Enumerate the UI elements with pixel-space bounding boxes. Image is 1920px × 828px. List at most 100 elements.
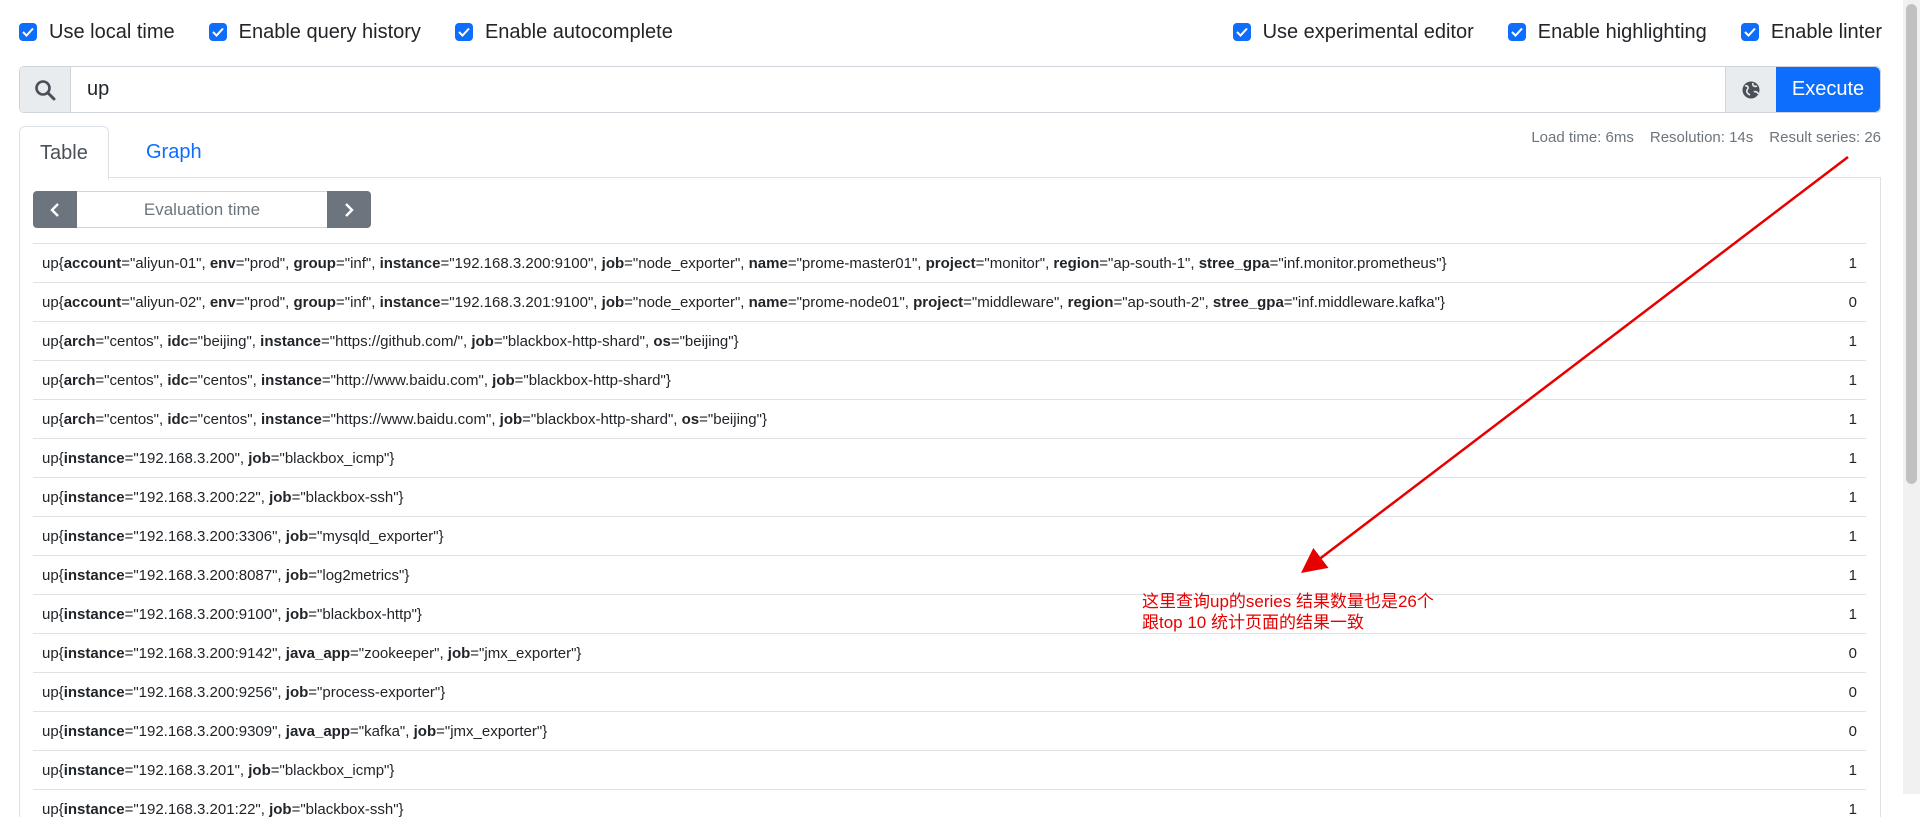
label-key: instance xyxy=(63,527,125,545)
vertical-scrollbar[interactable] xyxy=(1903,0,1920,794)
label-key: instance xyxy=(63,566,125,584)
options-right: Use experimental editor Enable highlight… xyxy=(1232,15,1882,49)
series-labels: up{account="aliyun-02", env="prod", grou… xyxy=(42,293,1445,311)
table-row: up{instance="192.168.3.200:8087", job="l… xyxy=(33,555,1866,594)
globe-icon xyxy=(1742,81,1760,98)
series-value: 1 xyxy=(1848,761,1857,779)
label-key: job xyxy=(248,761,271,779)
label-key: group xyxy=(293,254,336,272)
series-labels: up{instance="192.168.3.200", job="blackb… xyxy=(42,449,395,467)
series-value: 1 xyxy=(1848,371,1857,389)
label-key: os xyxy=(681,410,700,428)
label-key: region xyxy=(1067,293,1114,311)
label-key: instance xyxy=(63,488,125,506)
enable-autocomplete-label: Enable autocomplete xyxy=(484,20,673,43)
label-key: arch xyxy=(63,410,96,428)
series-value: 0 xyxy=(1848,644,1857,662)
series-value: 1 xyxy=(1848,527,1857,545)
use-local-time-checkbox[interactable]: Use local time xyxy=(19,21,175,44)
tab-table[interactable]: Table xyxy=(19,126,109,180)
search-icon xyxy=(20,67,71,112)
table-row: up{instance="192.168.3.200:3306", job="m… xyxy=(33,516,1866,555)
series-labels: up{instance="192.168.3.201", job="blackb… xyxy=(42,761,395,779)
evaluation-time-control: Evaluation time xyxy=(33,191,371,228)
checkbox-checked-icon[interactable] xyxy=(1740,23,1759,41)
table-row: up{instance="192.168.3.200:9309", java_a… xyxy=(33,711,1866,750)
label-key: group xyxy=(293,293,336,311)
series-value: 1 xyxy=(1848,410,1857,428)
enable-linter-label: Enable linter xyxy=(1770,20,1882,43)
label-key: java_app xyxy=(285,644,350,662)
table-row: up{arch="centos", idc="beijing", instanc… xyxy=(33,321,1866,360)
label-key: job xyxy=(248,449,271,467)
label-key: instance xyxy=(379,254,441,272)
series-value: 1 xyxy=(1848,566,1857,584)
series-labels: up{instance="192.168.3.200:9309", java_a… xyxy=(42,722,548,740)
series-labels: up{arch="centos", idc="beijing", instanc… xyxy=(42,332,739,350)
label-key: arch xyxy=(63,371,96,389)
table-row: up{account="aliyun-01", env="prod", grou… xyxy=(33,243,1866,282)
tab-graph[interactable]: Graph xyxy=(126,126,222,178)
label-key: instance xyxy=(260,371,322,389)
label-key: stree_gpa xyxy=(1198,254,1270,272)
label-key: job xyxy=(285,605,309,623)
eval-time-back-button[interactable] xyxy=(33,191,77,228)
options-bar: Use local time Enable query history Enab… xyxy=(19,15,1882,49)
label-key: project xyxy=(925,254,976,272)
chevron-right-icon xyxy=(345,202,354,217)
series-value: 0 xyxy=(1848,683,1857,701)
label-key: job xyxy=(601,254,625,272)
query-stats: Load time: 6ms Resolution: 14s Result se… xyxy=(1515,129,1881,146)
use-experimental-editor-checkbox[interactable]: Use experimental editor xyxy=(1232,21,1474,44)
enable-autocomplete-checkbox[interactable]: Enable autocomplete xyxy=(454,20,673,44)
checkbox-checked-icon[interactable] xyxy=(19,23,37,41)
series-labels: up{instance="192.168.3.200:8087", job="l… xyxy=(42,566,410,584)
label-key: instance xyxy=(63,449,125,467)
label-key: name xyxy=(748,293,788,311)
enable-linter-checkbox[interactable]: Enable linter xyxy=(1740,20,1882,44)
table-row: up{instance="192.168.3.200:9256", job="p… xyxy=(33,672,1866,711)
table-row: up{account="aliyun-02", env="prod", grou… xyxy=(33,282,1866,321)
checkbox-checked-icon[interactable] xyxy=(454,23,473,41)
label-key: arch xyxy=(63,332,96,350)
label-key: job xyxy=(413,722,437,740)
metrics-explorer-button[interactable] xyxy=(1725,67,1776,112)
series-labels: up{instance="192.168.3.200:9142", java_a… xyxy=(42,644,582,662)
chevron-left-icon xyxy=(50,202,59,217)
expression-input[interactable]: up xyxy=(71,67,1725,112)
checkbox-checked-icon[interactable] xyxy=(1232,23,1251,41)
label-key: job xyxy=(285,527,309,545)
enable-query-history-checkbox[interactable]: Enable query history xyxy=(208,21,421,44)
table-row: up{instance="192.168.3.200", job="blackb… xyxy=(33,438,1866,477)
table-row: up{instance="192.168.3.201:22", job="bla… xyxy=(33,789,1866,828)
label-key: instance xyxy=(260,332,322,350)
series-labels: up{instance="192.168.3.201:22", job="bla… xyxy=(42,800,404,818)
series-labels: up{arch="centos", idc="centos", instance… xyxy=(42,371,671,389)
table-row: up{instance="192.168.3.200:9142", java_a… xyxy=(33,633,1866,672)
annotation-line-2: 跟top 10 统计页面的结果一致 xyxy=(1142,613,1364,632)
eval-time-forward-button[interactable] xyxy=(327,191,371,228)
series-labels: up{instance="192.168.3.200:3306", job="m… xyxy=(42,527,444,545)
label-key: account xyxy=(63,293,122,311)
label-key: instance xyxy=(63,722,125,740)
series-labels: up{instance="192.168.3.200:9256", job="p… xyxy=(42,683,446,701)
checkbox-checked-icon[interactable] xyxy=(1507,23,1526,41)
results-table: up{account="aliyun-01", env="prod", grou… xyxy=(33,243,1866,828)
label-key: job xyxy=(285,683,309,701)
label-key: instance xyxy=(63,683,125,701)
series-value: 1 xyxy=(1848,488,1857,506)
enable-highlighting-checkbox[interactable]: Enable highlighting xyxy=(1507,21,1707,44)
series-value: 1 xyxy=(1848,605,1857,623)
series-labels: up{account="aliyun-01", env="prod", grou… xyxy=(42,254,1447,272)
annotation-line-1: 这里查询up的series 结果数量也是26个 xyxy=(1142,592,1434,611)
scrollbar-thumb[interactable] xyxy=(1906,4,1917,484)
table-row: up{instance="192.168.3.200:9100", job="b… xyxy=(33,594,1866,633)
execute-button[interactable]: Execute xyxy=(1776,67,1880,112)
label-key: job xyxy=(492,371,515,389)
table-row: up{instance="192.168.3.201", job="blackb… xyxy=(33,750,1866,789)
annotation-note: 这里查询up的series 结果数量也是26个 跟top 10 统计页面的结果一… xyxy=(1142,591,1434,633)
series-value: 0 xyxy=(1848,293,1857,311)
evaluation-time-input[interactable]: Evaluation time xyxy=(77,191,327,228)
checkbox-checked-icon[interactable] xyxy=(208,23,227,41)
label-key: job xyxy=(499,410,523,428)
